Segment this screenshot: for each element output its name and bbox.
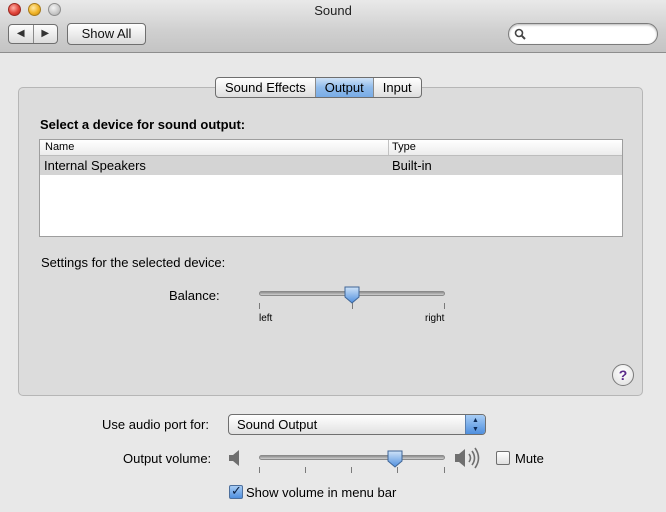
window-toolbar: Sound ◀ ▶ Show All xyxy=(0,0,666,53)
column-header-type[interactable]: Type xyxy=(392,141,416,153)
tab-input[interactable]: Input xyxy=(374,78,421,97)
volume-slider-track[interactable] xyxy=(259,455,445,460)
balance-right-label: right xyxy=(425,313,445,324)
help-button[interactable]: ? xyxy=(612,364,634,386)
checkmark-icon: ✓ xyxy=(231,483,242,498)
speaker-high-icon xyxy=(455,447,480,469)
output-volume-label: Output volume: xyxy=(123,451,212,466)
tick-mark xyxy=(259,467,260,473)
table-header: Name Type xyxy=(40,140,622,156)
back-button[interactable]: ◀ xyxy=(9,25,34,43)
speaker-low-icon xyxy=(229,450,239,466)
search-icon xyxy=(514,28,526,40)
device-table: Name Type Internal Speakers Built-in xyxy=(39,139,623,237)
device-name: Internal Speakers xyxy=(44,158,146,173)
show-all-button[interactable]: Show All xyxy=(67,23,146,45)
audio-port-select[interactable]: Sound Output ▲ ▼ xyxy=(228,414,486,435)
balance-ticks xyxy=(259,303,445,311)
tick-mark xyxy=(259,303,260,309)
show-volume-label[interactable]: Show volume in menu bar xyxy=(246,485,396,500)
column-divider xyxy=(388,140,389,155)
popup-arrows-icon: ▲ ▼ xyxy=(465,415,485,434)
mute-label[interactable]: Mute xyxy=(515,451,544,466)
search-input[interactable] xyxy=(529,26,649,42)
balance-label: Balance: xyxy=(169,288,220,303)
search-field[interactable] xyxy=(508,23,658,45)
volume-ticks xyxy=(259,467,445,475)
tick-mark xyxy=(305,467,306,473)
window-title: Sound xyxy=(314,3,352,18)
mute-checkbox[interactable] xyxy=(496,451,510,465)
column-header-name[interactable]: Name xyxy=(45,141,74,153)
balance-left-label: left xyxy=(259,313,273,324)
tab-output[interactable]: Output xyxy=(315,78,374,97)
tab-panel xyxy=(18,87,643,396)
device-settings-label: Settings for the selected device: xyxy=(41,255,226,270)
tick-mark xyxy=(351,467,352,473)
tab-sound-effects[interactable]: Sound Effects xyxy=(216,78,316,97)
tick-mark xyxy=(444,467,445,473)
tab-bar: Sound Effects Output Input xyxy=(215,77,422,98)
audio-port-value: Sound Output xyxy=(237,417,318,432)
balance-slider-knob[interactable] xyxy=(344,286,360,304)
device-type: Built-in xyxy=(392,158,432,173)
audio-port-label: Use audio port for: xyxy=(102,417,209,432)
volume-slider-knob[interactable] xyxy=(387,450,403,468)
table-row[interactable]: Internal Speakers Built-in xyxy=(40,156,622,175)
tick-mark xyxy=(444,303,445,309)
device-section-heading: Select a device for sound output: xyxy=(40,117,246,132)
show-volume-checkbox[interactable]: ✓ xyxy=(229,483,243,499)
forward-button[interactable]: ▶ xyxy=(34,25,58,43)
back-forward-control: ◀ ▶ xyxy=(8,24,58,44)
